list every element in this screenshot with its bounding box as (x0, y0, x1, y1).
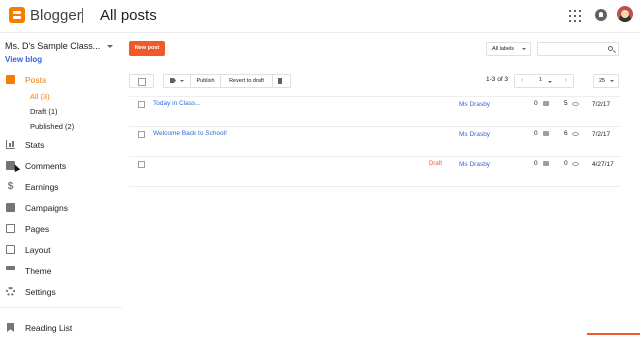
comment-icon (543, 131, 549, 136)
sidebar-subitem-draft[interactable]: Draft (1) (30, 107, 58, 116)
sidebar-subitem-published[interactable]: Published (2) (30, 122, 74, 131)
account-avatar[interactable] (617, 6, 633, 22)
layout-icon (6, 245, 15, 254)
post-date: 7/2/17 (592, 101, 611, 108)
sidebar-item-pages[interactable]: Pages (0, 221, 122, 239)
theme-icon (6, 266, 15, 270)
view-count: 5 (564, 100, 568, 107)
sidebar-item-label: Earnings (25, 182, 59, 192)
table-row[interactable]: Welcome Back to School! Ms Drasby 0 6 7/… (129, 127, 621, 157)
notifications-icon[interactable] (595, 9, 607, 21)
chevron-left-icon[interactable]: ‹ (521, 77, 523, 84)
post-date: 4/27/17 (592, 161, 614, 168)
post-author-link[interactable]: Ms Drasby (459, 101, 490, 108)
bookmark-icon (7, 323, 14, 332)
sidebar-item-label: Reading List (25, 323, 73, 333)
campaigns-icon (6, 203, 15, 212)
search-box (537, 42, 619, 56)
post-title-link[interactable]: Today in Class... (153, 100, 201, 107)
comment-icon (543, 161, 549, 166)
new-post-button[interactable]: New post (129, 41, 165, 56)
revert-to-draft-button[interactable]: Revert to draft (221, 75, 273, 87)
sidebar-item-label: Settings (25, 287, 56, 297)
chevron-down-icon (180, 80, 184, 82)
label-action-button[interactable] (164, 75, 191, 87)
pagination-control: ‹ 1 › (514, 74, 574, 88)
post-date: 7/2/17 (592, 131, 611, 138)
sidebar-divider (0, 307, 122, 308)
label-icon (170, 78, 176, 83)
trash-icon (278, 78, 282, 84)
sidebar-item-label: Comments (25, 161, 67, 171)
sidebar-item-label: Campaigns (25, 203, 68, 213)
posts-icon (6, 75, 15, 84)
page-title: All posts (100, 7, 157, 24)
comment-icon (543, 101, 549, 106)
delete-button[interactable] (273, 75, 290, 87)
eye-icon (572, 162, 579, 166)
sidebar: Ms. D's Sample Class... View blog Posts … (0, 33, 122, 335)
stats-icon (6, 140, 15, 149)
blog-selector[interactable]: Ms. D's Sample Class... (5, 41, 100, 51)
table-row[interactable]: Draft Ms Drasby 0 0 4/27/17 (129, 157, 621, 187)
sidebar-item-campaigns[interactable]: Campaigns (0, 200, 122, 218)
row-checkbox[interactable] (138, 131, 145, 138)
select-all-checkbox[interactable] (129, 74, 154, 88)
sidebar-item-earnings[interactable]: $ Earnings (0, 179, 122, 197)
main-content: New post All labels Publish Revert to dr… (122, 33, 640, 335)
row-checkbox[interactable] (138, 101, 145, 108)
pagination-info: 1-3 of 3 (486, 76, 509, 83)
sidebar-item-label: Layout (25, 245, 51, 255)
search-icon[interactable] (608, 46, 613, 51)
sidebar-item-label: Stats (25, 140, 45, 150)
post-actions-toolbar: Publish Revert to draft (163, 74, 291, 88)
sidebar-item-posts[interactable]: Posts (0, 72, 122, 90)
sidebar-item-label: Pages (25, 224, 50, 234)
sidebar-item-reading-list[interactable]: Reading List (0, 320, 122, 338)
post-title-link[interactable]: Welcome Back to School! (153, 130, 227, 137)
post-author-link[interactable]: Ms Drasby (459, 161, 490, 168)
sidebar-item-stats[interactable]: Stats (0, 137, 122, 155)
search-input[interactable] (538, 43, 604, 55)
pages-icon (6, 224, 15, 233)
page-number-select[interactable]: 1 (539, 77, 542, 83)
sidebar-item-label: Theme (25, 266, 52, 276)
labels-dropdown[interactable]: All labels (486, 42, 531, 56)
sidebar-item-settings[interactable]: Settings (0, 284, 122, 302)
view-blog-link[interactable]: View blog (5, 55, 42, 64)
gear-icon (6, 287, 15, 296)
dollar-icon: $ (7, 181, 14, 192)
comment-count: 0 (534, 130, 538, 137)
sidebar-item-layout[interactable]: Layout (0, 242, 122, 260)
post-author-link[interactable]: Ms Drasby (459, 131, 490, 138)
header-divider (82, 8, 83, 23)
sidebar-item-label: Posts (25, 75, 47, 85)
view-count: 6 (564, 130, 568, 137)
sidebar-item-theme[interactable]: Theme (0, 263, 122, 281)
post-status: Draft (429, 161, 443, 167)
table-row[interactable]: Today in Class... Ms Drasby 0 5 7/2/17 (129, 97, 621, 127)
comment-count: 0 (534, 160, 538, 167)
blogger-logo-icon[interactable] (9, 7, 25, 23)
chevron-down-icon[interactable] (548, 81, 552, 83)
chevron-down-icon[interactable] (107, 45, 113, 48)
row-checkbox[interactable] (138, 161, 145, 168)
top-bar: Blogger All posts (0, 0, 640, 32)
eye-icon (572, 102, 579, 106)
publish-button[interactable]: Publish (191, 75, 221, 87)
chevron-right-icon[interactable]: › (565, 77, 567, 84)
apps-grid-icon[interactable] (569, 10, 581, 22)
per-page-select[interactable]: 25 (593, 74, 619, 88)
sidebar-subitem-all[interactable]: All (3) (30, 92, 50, 101)
brand-name[interactable]: Blogger (30, 7, 82, 24)
view-count: 0 (564, 160, 568, 167)
comment-count: 0 (534, 100, 538, 107)
eye-icon (572, 132, 579, 136)
